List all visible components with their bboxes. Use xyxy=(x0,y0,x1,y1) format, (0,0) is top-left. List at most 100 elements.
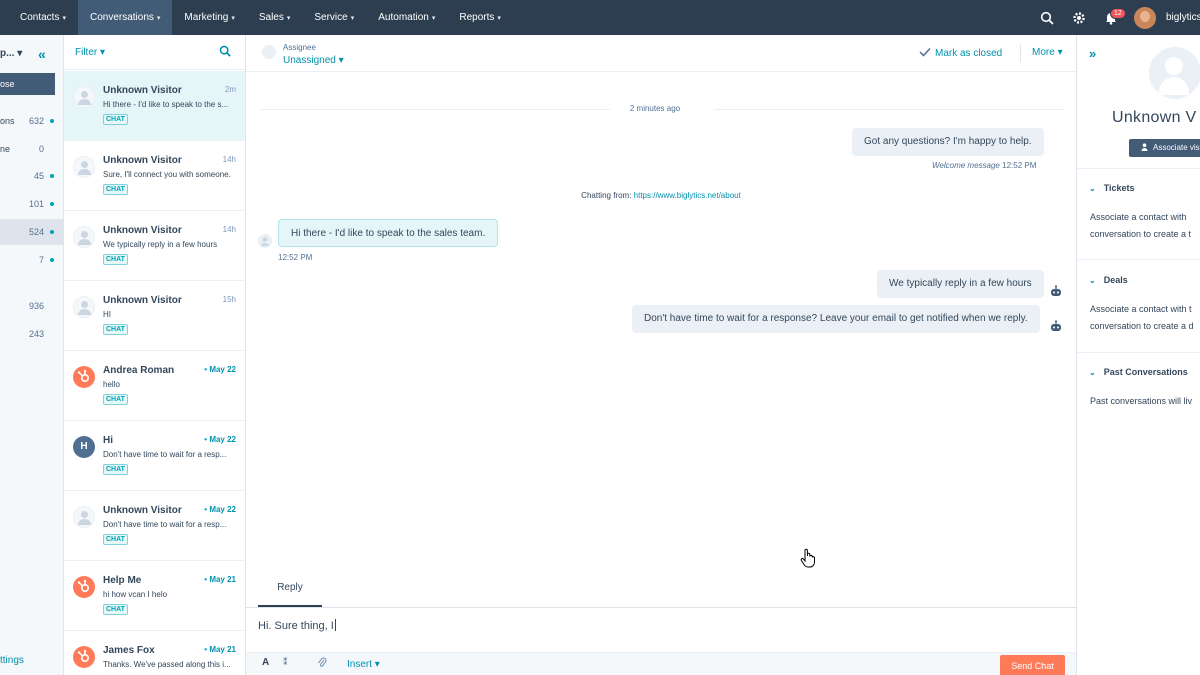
tab-reply[interactable]: Reply xyxy=(258,580,322,608)
inbox-view-row[interactable]: 936 xyxy=(0,293,64,319)
nav-marketing[interactable]: Marketing ▾ xyxy=(172,0,246,35)
visitor-avatar-icon xyxy=(73,156,95,178)
divider xyxy=(1077,168,1200,169)
conversation-time: May 22 xyxy=(204,505,236,514)
tickets-section-toggle[interactable]: ⌄ Tickets xyxy=(1089,183,1135,193)
visitor-message-bubble: Hi there - I'd like to speak to the sale… xyxy=(278,219,499,247)
user-avatar[interactable] xyxy=(1134,6,1156,29)
tickets-section-body: Associate a contact with conversation to … xyxy=(1090,212,1192,239)
attachment-icon[interactable] xyxy=(317,657,327,672)
nav-label: Service xyxy=(314,12,348,23)
conversation-item[interactable]: Andrea Roman May 22 hello CHAT xyxy=(64,351,245,421)
hand-cursor-icon xyxy=(800,548,815,568)
inbox-view-row[interactable]: 7 xyxy=(0,247,64,273)
visitor-avatar-icon xyxy=(73,86,95,108)
inbox-view-row[interactable]: 101 xyxy=(0,191,64,217)
conversation-name: Unknown Visitor xyxy=(103,505,182,516)
nav-conversations[interactable]: Conversations ▾ xyxy=(77,0,173,35)
conversation-item[interactable]: Unknown Visitor May 22 Don't have time t… xyxy=(64,491,245,561)
filter-dropdown[interactable]: Filter ▾ xyxy=(75,47,105,58)
conversation-item[interactable]: James Fox May 21 Thanks. We've passed al… xyxy=(64,631,245,675)
associate-visitor-button[interactable]: Associate visi xyxy=(1129,139,1200,157)
conversation-item[interactable]: Unknown Visitor 14h Sure, I'll connect y… xyxy=(64,141,245,211)
unread-dot-icon xyxy=(50,119,54,123)
channel-tag: CHAT xyxy=(103,114,128,125)
mark-as-closed-button[interactable]: Mark as closed xyxy=(919,47,1002,59)
divider xyxy=(1020,45,1021,62)
chevron-down-icon: ▾ xyxy=(286,14,291,22)
nav-label: Automation xyxy=(378,12,429,23)
conversation-preview: hello xyxy=(103,380,120,389)
nav-label: Reports xyxy=(459,12,495,23)
inbox-settings-link[interactable]: ttings xyxy=(0,655,24,666)
contact-panel: » Unknown V Associate visi ⌄ Tickets Asso… xyxy=(1076,35,1200,675)
inbox-view-row-selected[interactable]: 524 xyxy=(0,219,64,245)
notifications-bell-icon[interactable]: 12 xyxy=(1100,7,1126,29)
inbox-view-row[interactable]: ons 632 xyxy=(0,108,64,134)
conversation-time: May 21 xyxy=(204,575,236,584)
conversation-list: Filter ▾ Unknown Visitor 2m Hi there - I… xyxy=(64,35,246,675)
inbox-view-label: ne xyxy=(0,144,11,154)
conversation-time: 14h xyxy=(222,225,236,234)
conversation-time: 15h xyxy=(222,295,236,304)
send-chat-button[interactable]: Send Chat xyxy=(1000,655,1065,675)
check-icon xyxy=(919,47,931,57)
inbox-title[interactable]: p... ▾ xyxy=(0,48,22,59)
top-navigation: Contacts ▾ Conversations ▾ Marketing ▾ Sale… xyxy=(0,0,1200,35)
portal-name[interactable]: biglytics xyxy=(1166,12,1200,23)
bot-message-bubble: We typically reply in a few hours xyxy=(877,270,1044,298)
conversation-item[interactable]: Unknown Visitor 14h We typically reply i… xyxy=(64,211,245,281)
chevron-down-icon: ▾ xyxy=(62,14,66,22)
channel-tag: CHAT xyxy=(103,464,128,475)
chatbot-icon xyxy=(1051,320,1061,331)
chevron-down-icon: ▾ xyxy=(431,14,436,22)
conversation-preview: Thanks. We've passed along this i... xyxy=(103,660,231,669)
assignee-dropdown[interactable]: Unassigned ▾ xyxy=(283,55,344,66)
past-conversations-section-toggle[interactable]: ⌄ Past Conversations xyxy=(1089,367,1188,377)
search-icon[interactable] xyxy=(219,45,231,60)
inbox-view-row[interactable]: 243 xyxy=(0,321,64,347)
deals-section-toggle[interactable]: ⌄ Deals xyxy=(1089,275,1128,285)
nav-contacts[interactable]: Contacts ▾ xyxy=(8,0,78,35)
snippets-icon[interactable]: ⁑ xyxy=(283,657,288,668)
thread-header: Assignee Unassigned ▾ Mark as closed Mor… xyxy=(246,35,1076,72)
more-dropdown[interactable]: More ▾ xyxy=(1032,47,1063,58)
inbox-view-row[interactable]: 45 xyxy=(0,163,64,189)
expand-panel-icon[interactable]: » xyxy=(1089,46,1096,61)
unread-dot-icon xyxy=(50,174,54,178)
channel-tag: CHAT xyxy=(103,534,128,545)
notification-count-badge: 12 xyxy=(1110,7,1126,19)
nav-automation[interactable]: Automation ▾ xyxy=(366,0,447,35)
nav-sales[interactable]: Sales ▾ xyxy=(247,0,303,35)
inbox-view-row[interactable]: ne 0 xyxy=(0,136,64,162)
conversation-item[interactable]: H Hi May 22 Don't have time to wait for … xyxy=(64,421,245,491)
divider xyxy=(1077,259,1200,260)
nav-label: Sales xyxy=(258,12,284,23)
source-page-link[interactable]: https://www.biglytics.net/about xyxy=(634,191,741,200)
message-input[interactable]: Hi. Sure thing, I xyxy=(258,619,336,632)
visitor-message-time: 12:52 PM xyxy=(278,253,313,262)
nav-label: Marketing xyxy=(184,12,229,23)
text-format-icon[interactable]: A xyxy=(262,657,269,668)
welcome-message-bubble: Got any questions? I'm happy to help. xyxy=(852,128,1044,156)
conversation-item[interactable]: Help Me May 21 hi how vcan I helo CHAT xyxy=(64,561,245,631)
reply-composer[interactable]: Hi. Sure thing, I A ⁑ Insert ▾ Send Chat xyxy=(246,607,1076,675)
nav-reports[interactable]: Reports ▾ xyxy=(447,0,513,35)
gear-icon[interactable] xyxy=(1068,7,1090,29)
conversation-item-selected[interactable]: Unknown Visitor 2m Hi there - I'd like t… xyxy=(64,71,245,141)
channel-tag: CHAT xyxy=(103,604,128,615)
search-icon[interactable] xyxy=(1036,7,1058,29)
insert-dropdown[interactable]: Insert ▾ xyxy=(347,659,380,670)
chevron-down-icon: ▾ xyxy=(231,14,235,22)
chevron-down-icon: ▾ xyxy=(156,14,161,22)
channel-tag: CHAT xyxy=(103,324,128,335)
collapse-sidebar-icon[interactable]: « xyxy=(38,46,46,62)
inbox-view-label: ons xyxy=(0,116,15,126)
inbox-view-count: 7 xyxy=(38,255,44,265)
assignee-avatar-icon xyxy=(262,45,276,59)
chevron-down-icon: ⌄ xyxy=(1089,368,1096,377)
conversation-preview: Sure, I'll connect you with someone. xyxy=(103,170,231,179)
conversation-item[interactable]: Unknown Visitor 15h HI CHAT xyxy=(64,281,245,351)
nav-service[interactable]: Service ▾ xyxy=(302,0,366,35)
compose-button[interactable]: ose xyxy=(0,73,55,95)
